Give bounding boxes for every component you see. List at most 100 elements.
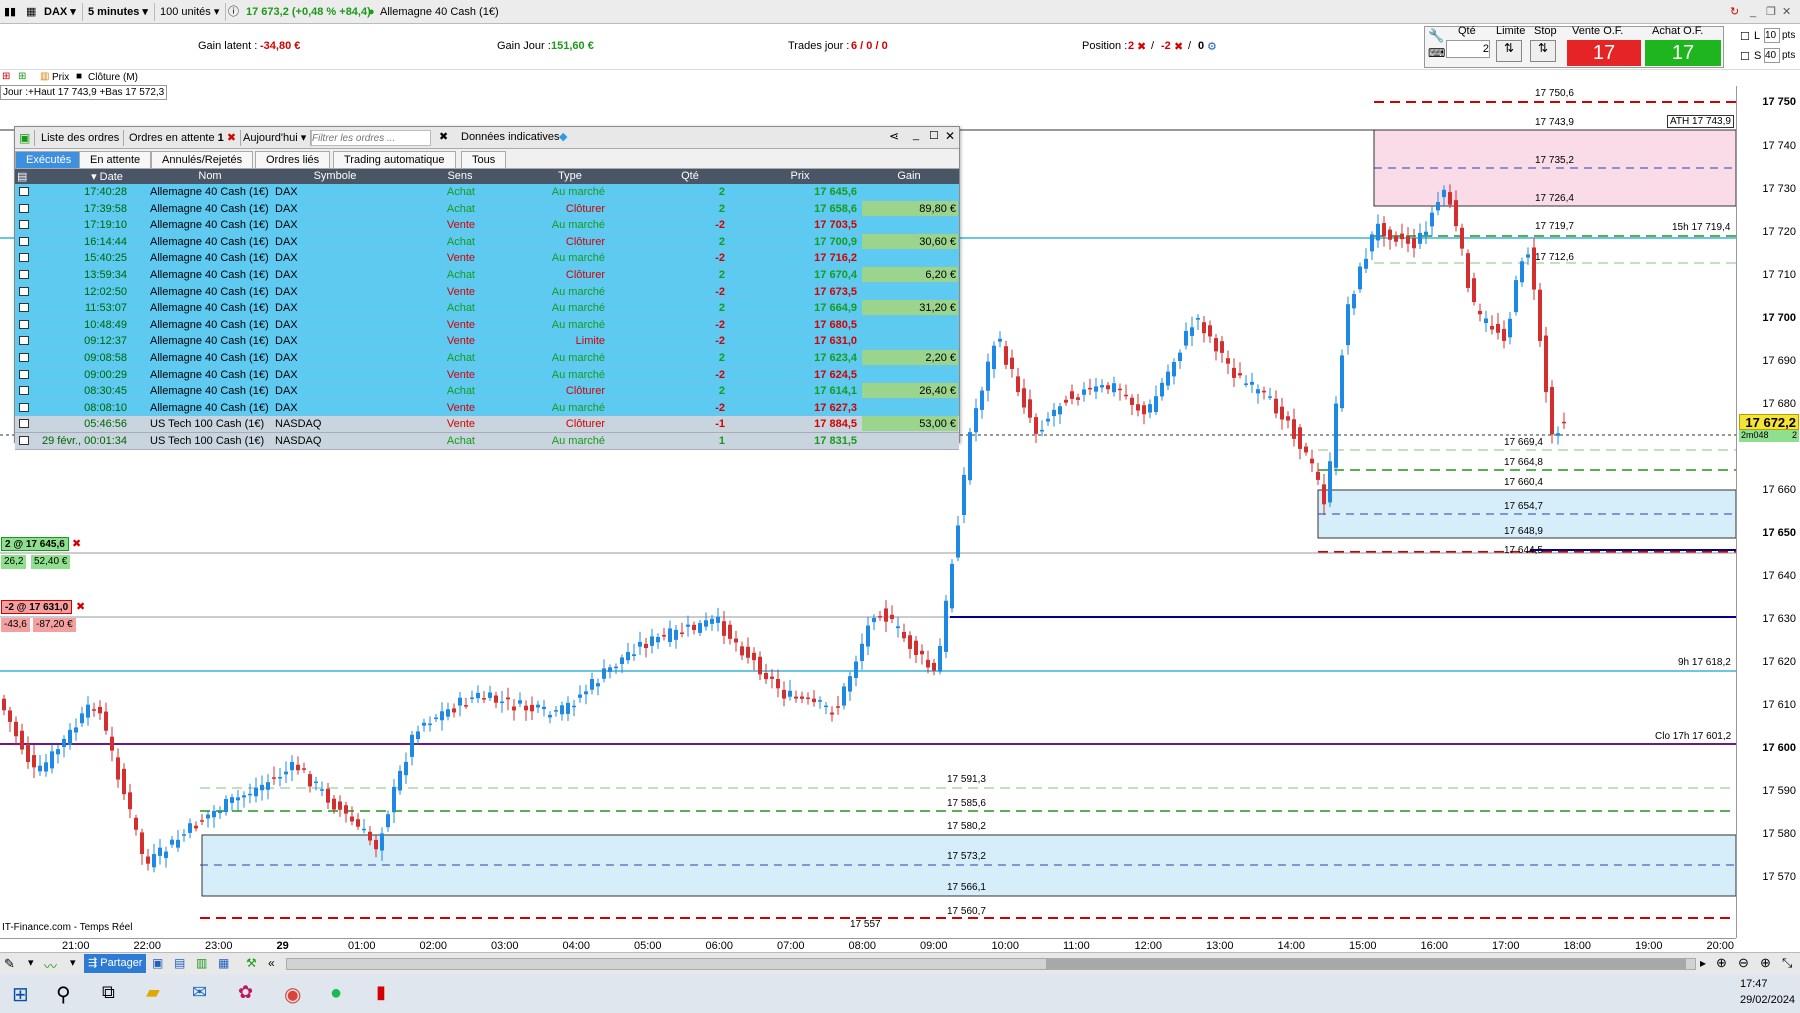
draw-icon[interactable]: ✎	[4, 956, 15, 972]
panel-minimize-icon[interactable]: _	[913, 129, 919, 141]
pending-close-icon[interactable]: ✖	[227, 132, 236, 144]
buy-button[interactable]: 17 674,6	[1645, 40, 1721, 90]
tool-icon-2[interactable]: ▤	[174, 956, 185, 970]
table-row[interactable]: 15:40:25 Allemagne 40 Cash (1€) DAX Vente Au…	[15, 250, 959, 267]
subtab-tous[interactable]: Tous	[461, 151, 507, 168]
col-sens[interactable]: Sens	[405, 170, 515, 182]
subtab-ordres-lies[interactable]: Ordres liés	[255, 151, 331, 168]
grid-icon[interactable]: ▦	[26, 3, 36, 21]
order-doc-icon[interactable]	[19, 435, 29, 445]
search-icon[interactable]: ⚲	[56, 982, 71, 1007]
subtab-executes[interactable]: Exécutés	[15, 151, 83, 168]
order-doc-icon[interactable]	[19, 236, 29, 246]
settings-icon[interactable]: ⚙	[1207, 40, 1217, 53]
order-doc-icon[interactable]	[19, 187, 29, 196]
dropdown-icon-2[interactable]: ▾	[70, 956, 76, 969]
subtab-trading-auto[interactable]: Trading automatique	[333, 151, 456, 168]
zoom-fit-icon[interactable]: ⊕	[1716, 955, 1727, 971]
autoscale-icon[interactable]: ⤡	[1782, 955, 1792, 971]
tab-ordres-attente[interactable]: Ordres en attente 1 ✖	[125, 130, 242, 146]
chrome-icon[interactable]: ◉	[284, 982, 301, 1007]
position-long-tag[interactable]: 2 @ 17 645,6	[1, 537, 69, 551]
qte-input[interactable]	[1446, 40, 1490, 58]
info-icon[interactable]: ⓘ	[228, 3, 239, 21]
close-icon[interactable]: ✕	[1782, 3, 1791, 21]
order-doc-icon[interactable]	[19, 319, 29, 329]
table-row[interactable]: 10:48:49 Allemagne 40 Cash (1€) DAX Vente Au…	[15, 316, 959, 334]
refresh-icon[interactable]: ↻	[1730, 3, 1739, 21]
col-gain[interactable]: Gain	[861, 170, 957, 182]
mail-icon[interactable]: ✉	[192, 982, 207, 1003]
table-row[interactable]: 13:59:34 Allemagne 40 Cash (1€) DAX Achat Cl…	[15, 266, 959, 284]
col-prix[interactable]: Prix	[745, 170, 855, 182]
close-short-icon[interactable]: ✖	[1174, 40, 1183, 53]
restore-icon[interactable]: ❐	[1766, 3, 1776, 21]
table-row[interactable]: 16:14:44 Allemagne 40 Cash (1€) DAX Achat Cl…	[15, 233, 959, 251]
order-doc-icon[interactable]	[19, 253, 29, 263]
l-input[interactable]	[1764, 28, 1780, 43]
order-doc-icon[interactable]	[19, 402, 29, 412]
legend-cloture[interactable]: Clôture (M)	[88, 72, 138, 83]
indicator-icon[interactable]: 〰	[44, 956, 57, 975]
spotify-icon[interactable]: ●	[330, 982, 342, 1005]
position-short-tag[interactable]: -2 @ 17 631,0	[1, 600, 73, 614]
instrument-select[interactable]: DAX ▾	[38, 3, 83, 21]
order-doc-icon[interactable]	[19, 286, 29, 296]
limit-order-button[interactable]: ⇅	[1496, 40, 1522, 62]
chart-type-icon[interactable]: ▮▮	[4, 3, 16, 21]
subtab-en-attente[interactable]: En attente	[79, 151, 152, 168]
l-checkbox[interactable]: ☐	[1740, 30, 1750, 43]
col-type[interactable]: Type	[515, 170, 625, 182]
scrollbar-thumb[interactable]	[1046, 959, 1686, 969]
column-settings-icon[interactable]: ▤	[17, 170, 27, 183]
period-select[interactable]: Aujourd'hui ▾	[239, 130, 312, 146]
order-doc-icon[interactable]	[19, 336, 29, 346]
tool-icon-3[interactable]: ▥	[196, 956, 207, 970]
tab-liste-ordres[interactable]: Liste des ordres	[37, 130, 125, 146]
windows-start-icon[interactable]: ⊞	[12, 982, 29, 1007]
table-row[interactable]: 17:19:10 Allemagne 40 Cash (1€) DAX Vente Au…	[15, 217, 959, 234]
zoom-in-icon[interactable]: ⊕	[1760, 955, 1771, 971]
s-input[interactable]	[1764, 48, 1780, 63]
stop-order-button[interactable]: ⇅	[1530, 40, 1556, 62]
order-doc-icon[interactable]	[19, 386, 29, 396]
table-row[interactable]: 09:00:29 Allemagne 40 Cash (1€) DAX Vente Au…	[15, 366, 959, 384]
order-doc-icon[interactable]	[19, 203, 29, 213]
units-select[interactable]: 100 unités ▾	[154, 3, 227, 21]
table-row[interactable]: 08:30:45 Allemagne 40 Cash (1€) DAX Achat Cl…	[15, 383, 959, 400]
order-doc-icon[interactable]	[19, 303, 29, 313]
filter-clear-icon[interactable]: ✖	[439, 130, 448, 143]
table-row[interactable]: 05:46:56 US Tech 100 Cash (1€) NASDAQ Vente…	[15, 416, 959, 433]
panel-close-icon[interactable]: ✕	[945, 129, 955, 143]
dropdown-icon[interactable]: ▾	[28, 956, 34, 969]
table-row[interactable]: 08:08:10 Allemagne 40 Cash (1€) DAX Vente Au…	[15, 399, 959, 417]
tool-icon-4[interactable]: ▦	[218, 956, 229, 970]
file-explorer-icon[interactable]: ▰	[146, 982, 160, 1003]
add-indicator-icon[interactable]: ⊞	[2, 71, 10, 82]
order-doc-icon[interactable]	[19, 220, 29, 230]
table-row[interactable]: 09:12:37 Allemagne 40 Cash (1€) DAX Vente Li…	[15, 333, 959, 350]
legend-prix[interactable]: Prix	[52, 72, 69, 83]
table-row[interactable]: 17:40:28 Allemagne 40 Cash (1€) DAX Achat Au…	[15, 184, 959, 201]
share-button[interactable]: ⇶ Partager	[84, 954, 147, 973]
table-row[interactable]: 12:02:50 Allemagne 40 Cash (1€) DAX Vente Au…	[15, 283, 959, 301]
scroll-right-icon[interactable]: ▸	[1700, 956, 1706, 970]
table-row[interactable]: 11:53:07 Allemagne 40 Cash (1€) DAX Achat Au…	[15, 300, 959, 317]
zoom-out-icon[interactable]: ⊖	[1738, 955, 1749, 971]
order-doc-icon[interactable]	[19, 369, 29, 379]
wrench-icon[interactable]: 🔧	[1428, 28, 1444, 44]
table-row[interactable]: 09:08:58 Allemagne 40 Cash (1€) DAX Achat Au…	[15, 349, 959, 367]
table-row[interactable]: 17:39:58 Allemagne 40 Cash (1€) DAX Achat Cl…	[15, 200, 959, 218]
close-position-1-icon[interactable]: ✖	[72, 537, 81, 550]
filter-input[interactable]	[311, 130, 431, 146]
tool-icon-1[interactable]: ▣	[152, 956, 163, 970]
table-row[interactable]: 29 févr., 00:01:34 US Tech 100 Cash (1€) N…	[15, 432, 959, 450]
price-axis[interactable]: 17 750 17 740 17 730 17 720 17 710 17 70…	[1736, 86, 1800, 938]
order-doc-icon[interactable]	[19, 352, 29, 362]
s-checkbox[interactable]: ☐	[1740, 50, 1750, 63]
keyboard-icon[interactable]: ⌨	[1428, 46, 1445, 60]
panel-maximize-icon[interactable]: ☐	[929, 129, 939, 142]
col-symbole[interactable]: Symbole	[275, 170, 395, 182]
col-qte[interactable]: Qté	[635, 170, 745, 182]
game-icon[interactable]: ✿	[238, 982, 253, 1003]
